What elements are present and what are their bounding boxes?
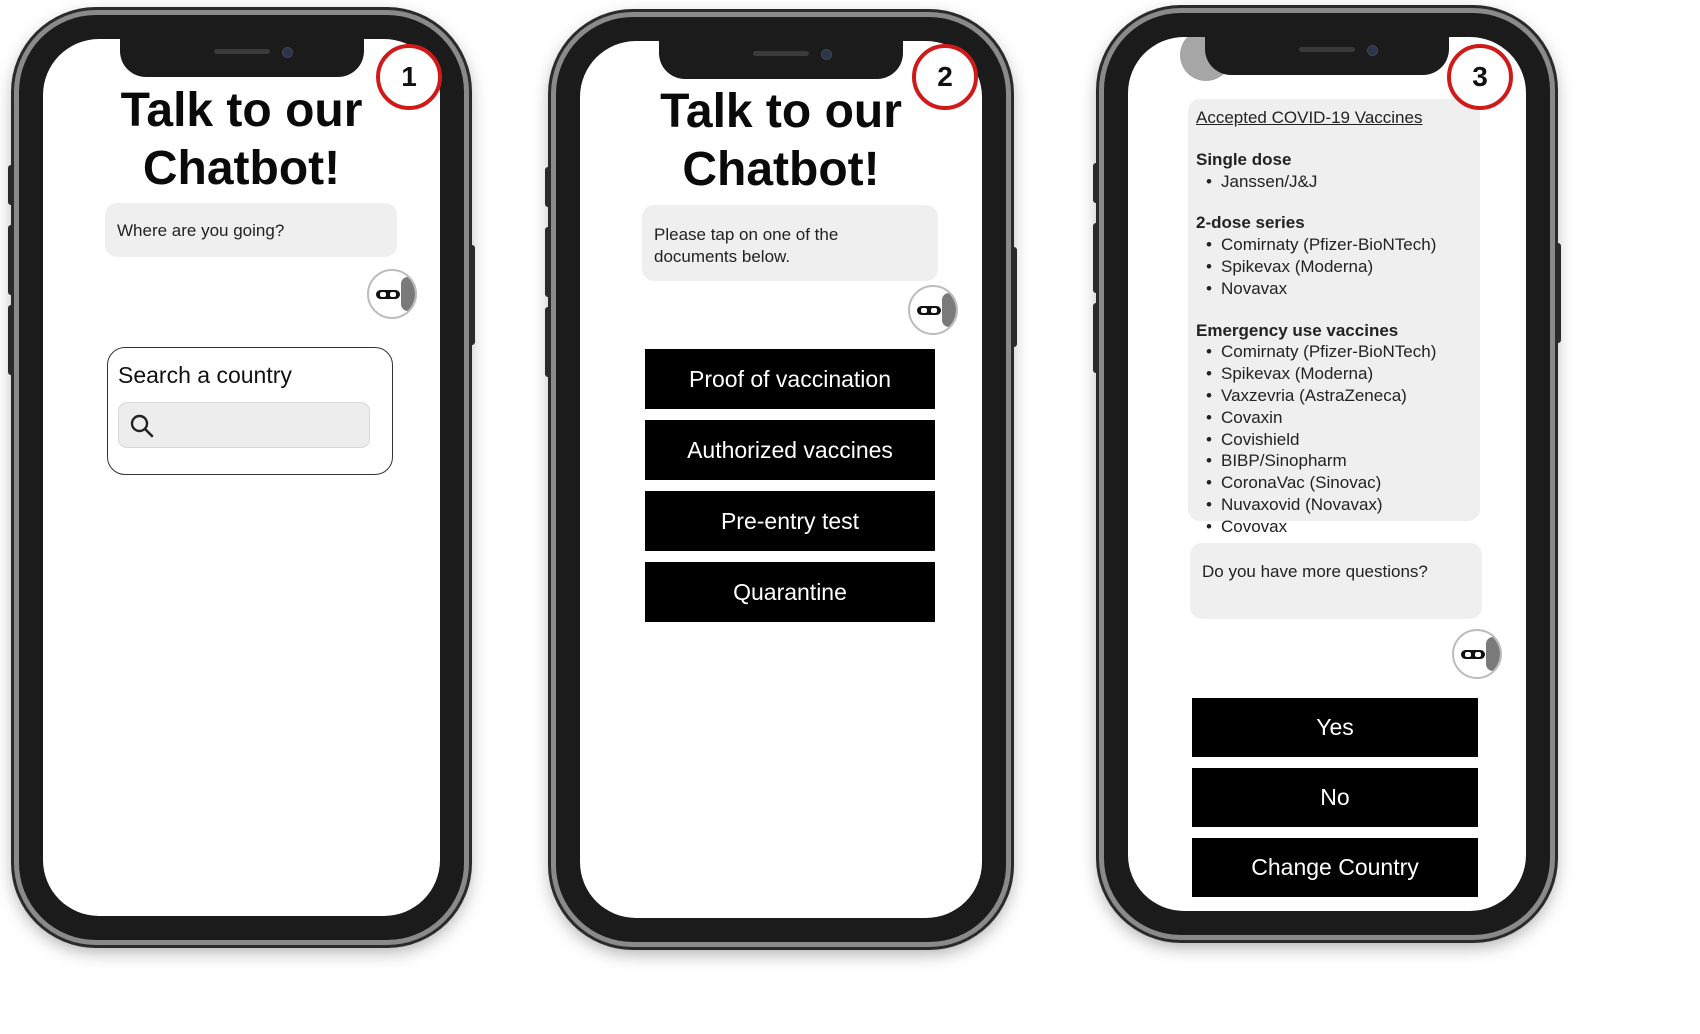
front-camera [821, 49, 832, 60]
no-button[interactable]: No [1192, 768, 1478, 827]
notch [1205, 37, 1449, 75]
proof-of-vaccination-button[interactable]: Proof of vaccination [645, 349, 935, 409]
vaccines-message-bubble: Accepted COVID-19 Vaccines Single dose J… [1188, 99, 1480, 537]
side-button [1093, 163, 1099, 203]
vaccine-list: Janssen/J&J [1196, 171, 1472, 193]
chatbot-avatar-icon [1452, 629, 1502, 679]
authorized-vaccines-button[interactable]: Authorized vaccines [645, 420, 935, 480]
step-badge-3: 3 [1447, 44, 1513, 110]
vaccine-list: Comirnaty (Pfizer-BioNTech) Spikevax (Mo… [1196, 234, 1472, 299]
vaccines-heading: Accepted COVID-19 Vaccines [1196, 108, 1423, 127]
notch [119, 39, 364, 77]
speaker [753, 51, 809, 56]
vaccine-item: Spikevax (Moderna) [1206, 256, 1472, 278]
vaccine-section: 2-dose series Comirnaty (Pfizer-BioNTech… [1196, 212, 1472, 299]
search-label: Search a country [118, 362, 292, 388]
vaccine-section: Emergency use vaccines Comirnaty (Pfizer… [1196, 320, 1472, 538]
speaker [213, 49, 270, 54]
country-search-field[interactable] [118, 402, 370, 448]
power-button [469, 245, 475, 345]
vaccine-item: Covovax [1206, 516, 1472, 538]
bot-message-bubble: Please tap on one of the documents below… [642, 205, 938, 281]
volume-down-button [8, 305, 14, 375]
volume-down-button [1093, 303, 1099, 373]
vaccine-section: Single dose Janssen/J&J [1196, 149, 1472, 193]
vaccine-item: Novavax [1206, 278, 1472, 300]
vaccine-item: Comirnaty (Pfizer-BioNTech) [1206, 341, 1472, 363]
vaccine-item: BIBP/Sinopharm [1206, 450, 1472, 472]
bot-message-bubble: Do you have more questions? [1190, 543, 1482, 619]
volume-up-button [1093, 223, 1099, 293]
step-badge-1: 1 [376, 44, 442, 110]
screen-3: Accepted COVID-19 Vaccines Single dose J… [1128, 37, 1526, 911]
vaccine-item: Covaxin [1206, 407, 1472, 429]
screen-1: Talk to our Chatbot! Where are you going… [43, 39, 440, 916]
country-search-input[interactable] [165, 409, 361, 443]
vaccine-item: Covishield [1206, 429, 1472, 451]
front-camera [281, 47, 293, 58]
bot-message-bubble: Where are you going? [105, 203, 397, 257]
bot-message: Please tap on one of the documents below… [654, 225, 839, 266]
vaccine-item: Janssen/J&J [1206, 171, 1472, 193]
change-country-button[interactable]: Change Country [1192, 838, 1478, 897]
power-button [1011, 247, 1017, 347]
side-button [8, 165, 14, 205]
step-badge-2: 2 [912, 44, 978, 110]
volume-down-button [545, 307, 551, 377]
section-title: Single dose [1196, 149, 1292, 169]
vaccine-item: Spikevax (Moderna) [1206, 363, 1472, 385]
section-title: Emergency use vaccines [1196, 320, 1399, 340]
vaccine-list: Comirnaty (Pfizer-BioNTech) Spikevax (Mo… [1196, 341, 1472, 537]
phone-frame-2: Talk to our Chatbot! Please tap on one o… [545, 12, 1017, 947]
power-button [1555, 243, 1561, 343]
title-line-2: Chatbot! [682, 143, 880, 196]
pre-entry-test-button[interactable]: Pre-entry test [645, 491, 935, 551]
section-title: 2-dose series [1196, 213, 1305, 233]
page-title: Talk to our Chatbot! [43, 82, 440, 198]
speaker [1299, 47, 1355, 52]
yes-button[interactable]: Yes [1192, 698, 1478, 757]
chatbot-avatar-icon [908, 285, 958, 335]
front-camera [1367, 45, 1378, 56]
search-icon [130, 414, 154, 438]
screen-2: Talk to our Chatbot! Please tap on one o… [580, 41, 982, 918]
side-button [545, 167, 551, 207]
bot-message: Do you have more questions? [1202, 562, 1428, 581]
notch [659, 41, 903, 79]
bot-message: Where are you going? [117, 221, 285, 240]
vaccine-item: CoronaVac (Sinovac) [1206, 472, 1472, 494]
vaccine-item: Vaxzevria (AstraZeneca) [1206, 385, 1472, 407]
chatbot-avatar-icon [367, 269, 417, 319]
phone-frame-1: Talk to our Chatbot! Where are you going… [8, 10, 475, 945]
quarantine-button[interactable]: Quarantine [645, 562, 935, 622]
volume-up-button [545, 227, 551, 297]
country-search-card: Search a country [107, 347, 393, 475]
volume-up-button [8, 225, 14, 295]
vaccine-item: Nuvaxovid (Novavax) [1206, 494, 1472, 516]
vaccine-item: Comirnaty (Pfizer-BioNTech) [1206, 234, 1472, 256]
phone-frame-3: Accepted COVID-19 Vaccines Single dose J… [1093, 8, 1561, 940]
title-line-2: Chatbot! [142, 142, 341, 195]
